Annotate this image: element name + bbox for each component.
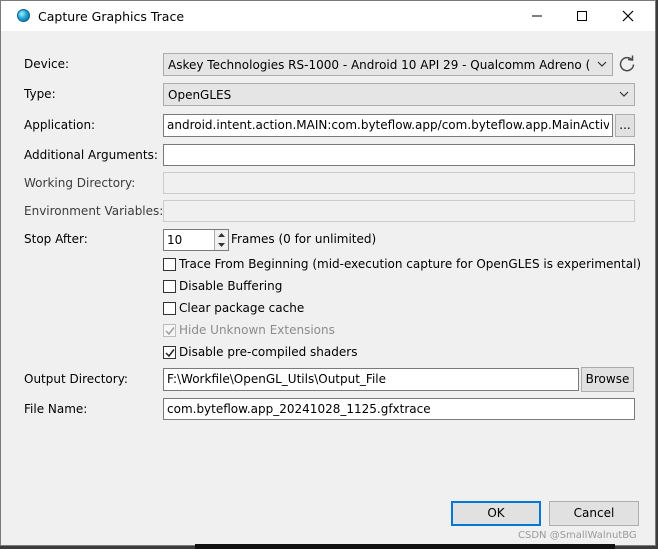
- checkmark-icon: [165, 327, 175, 336]
- checkbox-label: Trace From Beginning (mid-execution capt…: [179, 257, 642, 271]
- stop-after-stepper: [214, 230, 228, 250]
- refresh-icon: [619, 55, 635, 72]
- output-directory-value: F:\Workfile\OpenGL_Utils\Output_File: [167, 372, 387, 386]
- output-directory-field[interactable]: F:\Workfile\OpenGL_Utils\Output_File: [163, 368, 579, 391]
- checkmark-icon: [165, 349, 175, 358]
- type-select-value: OpenGLES: [168, 88, 232, 102]
- capture-graphics-trace-dialog: Capture Graphics Trace Device: Askey Tec…: [0, 0, 656, 546]
- file-name-value: com.byteflow.app_20241028_1125.gfxtrace: [167, 402, 431, 416]
- type-select[interactable]: OpenGLES: [163, 83, 635, 106]
- title-bar: Capture Graphics Trace: [1, 1, 655, 31]
- window-title: Capture Graphics Trace: [38, 9, 185, 24]
- application-value: android.intent.action.MAIN:com.byteflow.…: [167, 118, 609, 132]
- output-directory-browse-button[interactable]: Browse: [581, 367, 634, 392]
- background-window-edge: [195, 544, 615, 549]
- checkbox-label: Disable pre-compiled shaders: [179, 345, 358, 359]
- minimize-button[interactable]: [514, 1, 560, 31]
- device-label: Device:: [24, 57, 70, 71]
- file-name-label: File Name:: [24, 402, 88, 416]
- close-icon: [622, 10, 634, 22]
- checkbox-box[interactable]: [163, 346, 176, 359]
- close-button[interactable]: [605, 1, 651, 31]
- checkbox-box[interactable]: [163, 302, 176, 315]
- application-browse-button[interactable]: ...: [615, 114, 635, 137]
- minimize-icon: [532, 15, 542, 17]
- stop-after-spinner[interactable]: 10: [163, 229, 229, 251]
- refresh-devices-button[interactable]: [617, 54, 637, 74]
- additional-arguments-field[interactable]: [163, 144, 635, 166]
- ok-button[interactable]: OK: [451, 501, 541, 526]
- working-directory-label: Working Directory:: [24, 176, 136, 190]
- checkbox-box[interactable]: [163, 324, 176, 337]
- environment-variables-label: Environment Variables:: [24, 204, 164, 218]
- application-label: Application:: [24, 118, 96, 132]
- checkbox-label: Clear package cache: [179, 301, 305, 315]
- checkbox-box[interactable]: [163, 280, 176, 293]
- app-icon: [17, 9, 30, 22]
- application-field[interactable]: android.intent.action.MAIN:com.byteflow.…: [163, 114, 613, 137]
- environment-variables-field[interactable]: [163, 200, 635, 222]
- chevron-down-icon: [619, 91, 629, 97]
- stop-after-label: Stop After:: [24, 232, 88, 246]
- caret-down-icon: [218, 243, 225, 247]
- checkbox-label: Hide Unknown Extensions: [179, 323, 335, 337]
- file-name-field[interactable]: com.byteflow.app_20241028_1125.gfxtrace: [163, 398, 635, 420]
- device-select[interactable]: Askey Technologies RS-1000 - Android 10 …: [163, 53, 613, 76]
- watermark: CSDN @SmallWalnutBG: [518, 530, 637, 541]
- maximize-icon: [577, 11, 587, 21]
- chevron-down-icon: [597, 61, 607, 67]
- additional-arguments-label: Additional Arguments:: [24, 148, 158, 162]
- checkbox-box[interactable]: [163, 258, 176, 271]
- decrement-button[interactable]: [215, 240, 228, 250]
- type-label: Type:: [24, 87, 56, 101]
- caret-up-icon: [218, 233, 225, 237]
- output-directory-label: Output Directory:: [24, 372, 128, 386]
- device-select-value: Askey Technologies RS-1000 - Android 10 …: [168, 58, 590, 72]
- maximize-button[interactable]: [559, 1, 605, 31]
- cancel-button[interactable]: Cancel: [549, 501, 639, 526]
- checkbox-label: Disable Buffering: [179, 279, 283, 293]
- stop-after-suffix: Frames (0 for unlimited): [231, 232, 377, 246]
- working-directory-field[interactable]: [163, 172, 635, 194]
